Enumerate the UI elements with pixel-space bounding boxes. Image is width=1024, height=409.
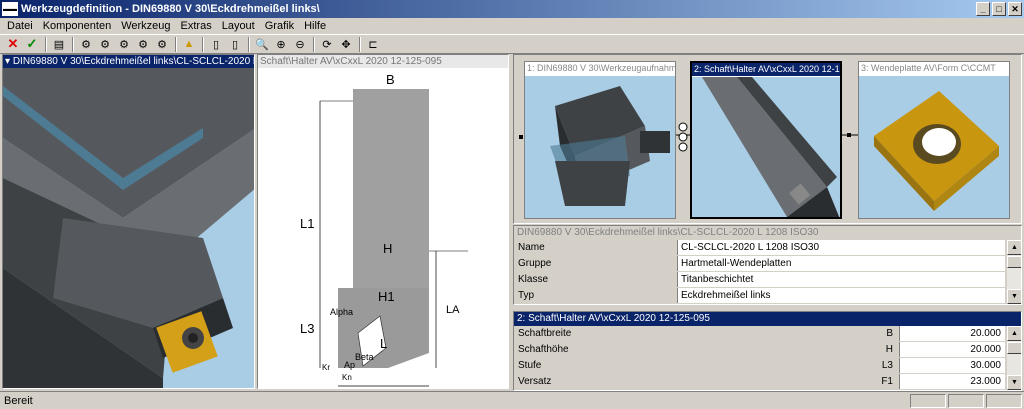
dim-ap: Ap [344,360,355,370]
dim-l: L [380,336,387,351]
zoom-fit-icon[interactable]: 🔍 [253,36,271,52]
menu-extras[interactable]: Extras [176,20,217,32]
prop-row-typ: Typ Eckdrehmeißel links [514,288,1021,304]
scroll-down-icon[interactable]: ▼ [1007,289,1021,304]
app-icon: ▬▬ [2,2,18,16]
menu-komponenten[interactable]: Komponenten [38,20,117,32]
scroll-thumb[interactable] [1007,256,1021,268]
dim-h: H [383,241,392,256]
component-thumbnails: 1: DIN69880 V 30\Werkzeugaufnahme 2: Sch… [513,54,1022,224]
insert-render [874,91,999,211]
tool-3d-render [3,68,254,388]
maximize-button[interactable]: □ [992,2,1006,16]
properties-icon[interactable]: ▤ [50,36,68,52]
component-delete-icon[interactable]: ⚙ [134,36,152,52]
props2-scrollbar[interactable]: ▲ ▼ [1006,326,1021,390]
window-title: Werkzeugdefinition - DIN69880 V 30\Eckdr… [21,3,320,15]
layout-split-icon[interactable]: ▯ [226,36,244,52]
title-bar: ▬▬ Werkzeugdefinition - DIN69880 V 30\Ec… [0,0,1024,18]
component-add-icon[interactable]: ⚙ [77,36,95,52]
status-text: Bereit [4,394,33,407]
prop-row-name: Name CL-SCLCL-2020 L 1208 ISO30 [514,240,1021,256]
dim-kr: Kr [322,363,330,372]
minimize-button[interactable]: _ [976,2,990,16]
status-cell [910,393,946,408]
tool-properties-table: DIN69880 V 30\Eckdrehmeißel links\CL-SCL… [513,225,1022,305]
props1-scrollbar[interactable]: ▲ ▼ [1006,240,1021,304]
prop-value-klasse[interactable]: Titanbeschichtet [677,272,1005,287]
dim-kn: Kn [342,373,352,382]
prop-value-versatz[interactable]: 23.000 [899,374,1005,389]
prop-value-schaftbreite[interactable]: 20.000 [899,326,1005,341]
prop-value-schafthoehe[interactable]: 20.000 [899,342,1005,357]
thumb-wendeplatte[interactable]: 3: Wendeplatte AV\Form C\CCMT [858,61,1010,219]
holder-render [550,86,670,206]
dim-beta: Beta [355,352,374,362]
ok-icon[interactable]: ✓ [23,36,41,52]
dim-b: B [386,72,395,87]
shank-properties-header: 2: Schaft\Halter AV\xCxxL 2020 12-125-09… [514,312,1021,326]
pan-icon[interactable]: ✥ [337,36,355,52]
prop-row-schaftbreite: Schaftbreite B 20.000 [514,326,1021,342]
shank-render [702,77,840,217]
left-view-header: ▾ DIN69880 V 30\Eckdrehmeißel links\CL-S… [3,55,254,68]
close-button[interactable]: ✕ [1008,2,1022,16]
scroll-down-icon[interactable]: ▼ [1007,375,1021,390]
prop-value-name[interactable]: CL-SCLCL-2020 L 1208 ISO30 [677,240,1005,255]
component-edit-icon[interactable]: ⚙ [96,36,114,52]
component-copy-icon[interactable]: ⚙ [115,36,133,52]
prop-row-stufe: Stufe L3 30.000 [514,358,1021,374]
prop-row-versatz: Versatz F1 23.000 [514,374,1021,390]
zoom-out-icon[interactable]: ⊖ [291,36,309,52]
layout-single-icon[interactable]: ▯ [207,36,225,52]
prop-row-schafthoehe: Schafthöhe H 20.000 [514,342,1021,358]
drawing-header: Schaft\Halter AV\xCxxL 2020 12-125-095 [258,55,508,68]
dim-alpha: Alpha [330,307,353,317]
measure-icon[interactable]: ⊏ [364,36,382,52]
dimension-drawing: B L1 H LA H1 L3 L Alpha Beta Ap Kr Kn F1 [300,72,468,389]
scroll-up-icon[interactable]: ▲ [1007,240,1021,255]
menu-layout[interactable]: Layout [217,20,260,32]
status-bar: Bereit [0,391,1024,409]
tool-properties-header: DIN69880 V 30\Eckdrehmeißel links\CL-SCL… [514,226,1021,240]
menu-grafik[interactable]: Grafik [260,20,299,32]
thumb-schaft[interactable]: 2: Schaft\Halter AV\xCxxL 2020 12-125 [690,61,842,219]
scroll-thumb[interactable] [1007,342,1021,354]
prop-value-typ[interactable]: Eckdrehmeißel links [677,288,1005,303]
dim-l1: L1 [300,216,314,231]
thumb-werkzeugaufnahme[interactable]: 1: DIN69880 V 30\Werkzeugaufnahme [524,61,676,219]
prop-value-gruppe[interactable]: Hartmetall-Wendeplatten [677,256,1005,271]
shank-properties-table: 2: Schaft\Halter AV\xCxxL 2020 12-125-09… [513,311,1022,391]
dropdown-icon[interactable]: ▾ [5,56,10,67]
zoom-in-icon[interactable]: ⊕ [272,36,290,52]
menu-bar: Datei Komponenten Werkzeug Extras Layout… [0,18,1024,34]
dim-h1: H1 [378,289,395,304]
left-3d-view[interactable]: ▾ DIN69880 V 30\Eckdrehmeißel links\CL-S… [2,54,255,389]
status-cell [948,393,984,408]
dim-la: LA [446,304,460,316]
rotate-icon[interactable]: ⟳ [318,36,336,52]
dim-l3: L3 [300,321,314,336]
dimension-drawing-view[interactable]: Schaft\Halter AV\xCxxL 2020 12-125-095 B… [257,54,509,389]
prop-row-gruppe: Gruppe Hartmetall-Wendeplatten [514,256,1021,272]
prop-value-stufe[interactable]: 30.000 [899,358,1005,373]
menu-hilfe[interactable]: Hilfe [299,20,331,32]
prop-row-klasse: Klasse Titanbeschichtet [514,272,1021,288]
menu-werkzeug[interactable]: Werkzeug [116,20,175,32]
component-tree-icon[interactable]: ⚙ [153,36,171,52]
menu-datei[interactable]: Datei [2,20,38,32]
warning-icon[interactable]: ▲ [180,36,198,52]
scroll-up-icon[interactable]: ▲ [1007,326,1021,341]
dim-f1: F1 [373,388,388,389]
cancel-icon[interactable]: ✕ [4,36,22,52]
status-cell [986,393,1022,408]
toolbar: ✕ ✓ ▤ ⚙ ⚙ ⚙ ⚙ ⚙ ▲ ▯ ▯ 🔍 ⊕ ⊖ ⟳ ✥ ⊏ [0,34,1024,54]
